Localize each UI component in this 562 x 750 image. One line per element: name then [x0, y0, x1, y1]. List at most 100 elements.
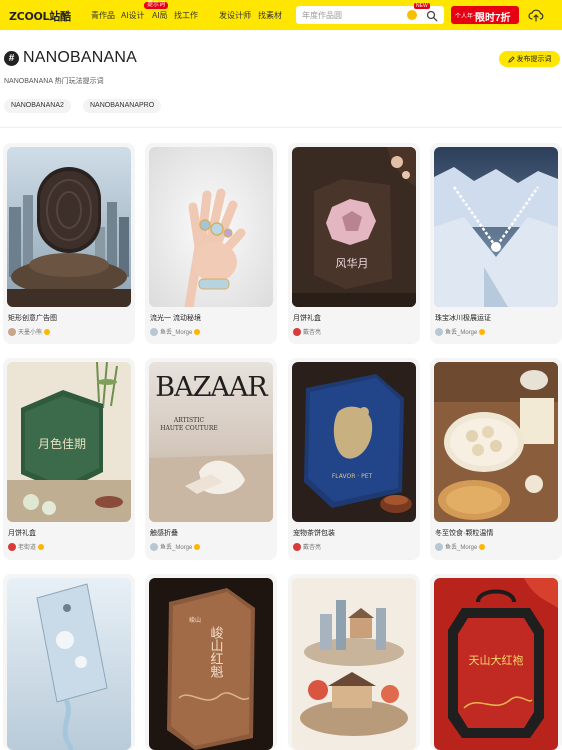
nav-item-find-job[interactable]: 找工作	[174, 10, 198, 21]
magazine-masthead: BAZAAR	[155, 372, 268, 403]
phone-case-image	[7, 578, 131, 750]
search-icon[interactable]	[426, 10, 438, 22]
hashtag-icon: #	[4, 51, 19, 66]
tag-nanobananapro[interactable]: NANOBANANAPRO	[83, 99, 162, 113]
nav-item-works[interactable]: 青作品	[91, 10, 115, 21]
upload-cloud-icon[interactable]	[528, 8, 544, 22]
card-mooncake-box-2[interactable]: 月色佳期 月饼礼盒 老街道	[3, 358, 135, 560]
card-title[interactable]: 冬至饺食·颗粒温情	[435, 528, 493, 538]
hand-rings-image	[149, 147, 273, 307]
avatar[interactable]	[435, 327, 443, 336]
card-thumbnail[interactable]: FLAVOR · PET	[292, 362, 416, 522]
card-title[interactable]: 宠物茶饼包装	[293, 528, 335, 538]
card-miniature-city[interactable]	[288, 574, 420, 750]
verified-badge-icon	[194, 543, 201, 550]
card-winter-dumplings[interactable]: 冬至饺食·颗粒温情 鱼丢_Morge	[430, 358, 562, 560]
avatar[interactable]	[150, 542, 158, 551]
card-pet-tea-package[interactable]: FLAVOR · PET 宠物茶饼包装 戴杏亮	[288, 358, 420, 560]
card-thumbnail[interactable]	[7, 578, 131, 750]
card-title[interactable]: 流光一 流动秘境	[150, 313, 201, 323]
bazaar-cover-image: BAZAAR ARTISTIC HAUTE COUTURE	[149, 362, 273, 522]
verified-badge-icon	[38, 543, 45, 550]
card-oreo-ad[interactable]: 矩形创意广告图 天墨小熊	[3, 143, 135, 344]
box-title: 峻山红魁	[208, 625, 224, 678]
card-hand-rings[interactable]: 流光一 流动秘境 鱼丢_Morge	[145, 143, 277, 344]
green-mooncake-box-image: 月色佳期	[7, 362, 131, 522]
edit-icon	[507, 55, 515, 63]
author-name[interactable]: 鱼丢_Morge	[445, 327, 477, 336]
box-small-label: 峻山	[189, 616, 201, 624]
author-name[interactable]: 鱼丢_Morge	[160, 327, 192, 336]
author-name[interactable]: 戴杏亮	[303, 542, 321, 551]
publish-prompt-label: 发布提示词	[516, 56, 552, 63]
top-navigation-bar: ZCOOL站酷 青作品 AI设计 AI局 提示词 找工作 发设计师 找素材 NE…	[0, 0, 562, 30]
card-author[interactable]: 戴杏亮	[293, 327, 321, 336]
card-thumbnail[interactable]: 月色佳期	[7, 362, 131, 522]
card-author[interactable]: 天墨小熊	[8, 327, 51, 336]
card-red-tea-box[interactable]: 峻山红魁 峻山	[145, 574, 277, 750]
search-box: NEW	[296, 3, 444, 24]
card-tianshan-tea[interactable]: 天山大红袍	[430, 574, 562, 750]
promo-big-text: 限时7折	[475, 13, 511, 24]
avatar[interactable]	[8, 327, 16, 336]
membership-promo-banner[interactable]: 个人年卡 限时7折	[451, 6, 519, 24]
copper-tea-box-image: 峻山红魁 峻山	[149, 578, 273, 750]
avatar[interactable]	[293, 542, 301, 551]
card-thumbnail[interactable]: 风华月	[292, 147, 416, 307]
oreo-city-image	[7, 147, 131, 307]
card-title[interactable]: 矩形创意广告图	[8, 313, 57, 323]
card-tactile-fold[interactable]: BAZAAR ARTISTIC HAUTE COUTURE 触感折叠 鱼丢_Mo…	[145, 358, 277, 560]
tag-nanobanana2[interactable]: NANOBANANA2	[4, 99, 71, 113]
nav-item-ai-design[interactable]: AI设计	[121, 10, 145, 21]
publish-prompt-button[interactable]: 发布提示词	[499, 51, 560, 67]
zcool-logo[interactable]: ZCOOL站酷	[9, 8, 71, 24]
card-thumbnail[interactable]	[434, 362, 558, 522]
card-author[interactable]: 鱼丢_Morge	[435, 542, 486, 551]
avatar[interactable]	[150, 327, 158, 336]
glacier-jewelry-image	[434, 147, 558, 307]
page-subtitle: NANOBANANA 热门玩法提示词	[4, 78, 104, 85]
nav-item-designers[interactable]: 发设计师	[219, 10, 251, 21]
card-phone-case[interactable]	[3, 574, 135, 750]
card-thumbnail[interactable]: 峻山红魁 峻山	[149, 578, 273, 750]
author-name[interactable]: 老街道	[18, 542, 36, 551]
card-thumbnail[interactable]	[7, 147, 131, 307]
author-name[interactable]: 戴杏亮	[303, 327, 321, 336]
card-thumbnail[interactable]	[149, 147, 273, 307]
box-title: 风华月	[336, 256, 369, 270]
card-title[interactable]: 月饼礼盒	[8, 528, 36, 538]
card-thumbnail[interactable]	[434, 147, 558, 307]
miniature-scene-image	[292, 578, 416, 750]
new-badge: NEW	[414, 3, 430, 9]
author-name[interactable]: 天墨小熊	[18, 327, 42, 336]
nav-item-materials[interactable]: 找素材	[258, 10, 282, 21]
box-title: 月色佳期	[38, 437, 86, 451]
card-jewelry-glacier[interactable]: 珠宝冰川极展运证 鱼丢_Morge	[430, 143, 562, 344]
avatar[interactable]	[293, 327, 301, 336]
page-title: NANOBANANA	[23, 49, 138, 66]
author-name[interactable]: 鱼丢_Morge	[160, 542, 192, 551]
box-title: 天山大红袍	[469, 653, 524, 667]
card-author[interactable]: 老街道	[8, 542, 45, 551]
hot-badge: 提示词	[144, 2, 169, 9]
card-thumbnail[interactable]: 天山大红袍	[434, 578, 558, 750]
card-mooncake-box-1[interactable]: 风华月 月饼礼盒 戴杏亮	[288, 143, 420, 344]
card-author[interactable]: 鱼丢_Morge	[435, 327, 486, 336]
card-thumbnail[interactable]: BAZAAR ARTISTIC HAUTE COUTURE	[149, 362, 273, 522]
card-author[interactable]: 鱼丢_Morge	[150, 542, 201, 551]
smile-icon[interactable]	[407, 10, 417, 20]
card-author[interactable]: 戴杏亮	[293, 542, 321, 551]
author-name[interactable]: 鱼丢_Morge	[445, 542, 477, 551]
card-title[interactable]: 月饼礼盒	[293, 313, 321, 323]
card-title[interactable]: 珠宝冰川极展运证	[435, 313, 491, 323]
avatar[interactable]	[435, 542, 443, 551]
verified-badge-icon	[479, 328, 486, 335]
verified-badge-icon	[194, 328, 201, 335]
card-thumbnail[interactable]	[292, 578, 416, 750]
nav-item-ai-board[interactable]: AI局	[152, 10, 168, 21]
cover-line-1: ARTISTIC	[173, 417, 205, 424]
search-input[interactable]	[302, 6, 404, 24]
avatar[interactable]	[8, 542, 16, 551]
card-author[interactable]: 鱼丢_Morge	[150, 327, 201, 336]
card-title[interactable]: 触感折叠	[150, 528, 178, 538]
